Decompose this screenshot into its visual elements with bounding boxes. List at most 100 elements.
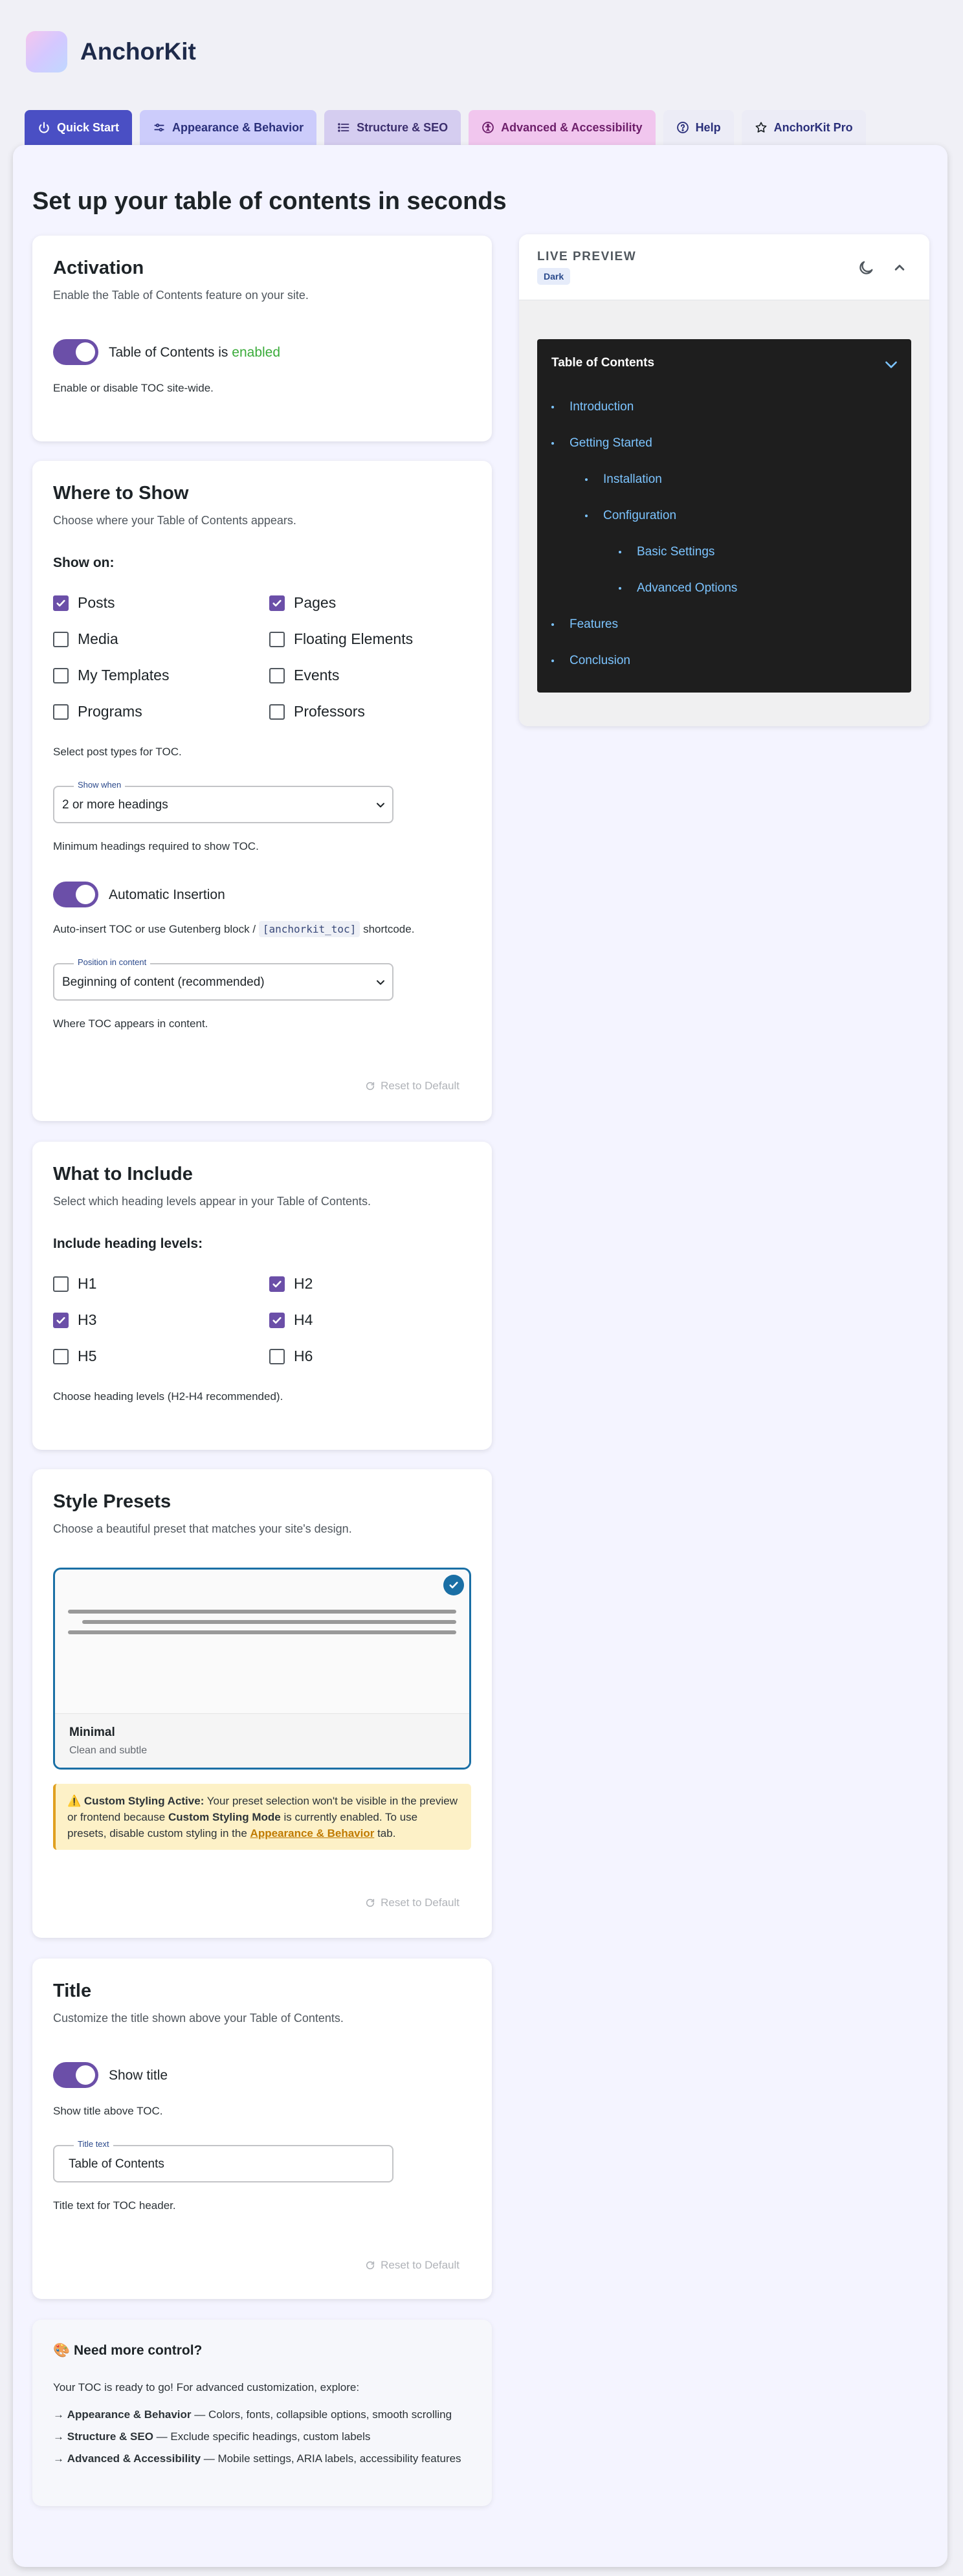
checkbox-posts[interactable]: Posts xyxy=(53,594,115,612)
arrow-icon: → xyxy=(53,2408,64,2421)
reset-label: Reset to Default xyxy=(381,2259,459,2271)
help-text: Select post types for TOC. xyxy=(53,746,182,758)
chevron-down-icon[interactable] xyxy=(883,356,900,373)
toc-item[interactable]: Features xyxy=(551,617,618,632)
toc-item[interactable]: Basic Settings xyxy=(619,545,714,559)
toc-title: Table of Contents xyxy=(551,356,655,370)
toc-item-label: Introduction xyxy=(570,400,634,414)
chevron-up-icon[interactable] xyxy=(891,259,909,277)
tab-label: Help xyxy=(695,120,721,134)
toggle-label: Table of Contents is enabled xyxy=(109,345,280,361)
help-suffix: shortcode. xyxy=(363,923,415,935)
toggle-label-prefix: Table of Contents is xyxy=(109,345,228,360)
checkbox-events[interactable]: Events xyxy=(269,667,339,684)
checkbox-h3[interactable]: H3 xyxy=(53,1311,96,1329)
reset-label: Reset to Default xyxy=(381,1896,459,1909)
notice-strong: Custom Styling Mode xyxy=(168,1811,281,1823)
preset-option-minimal[interactable]: Minimal Clean and subtle xyxy=(53,1568,471,1770)
help-text: Show title above TOC. xyxy=(53,2105,163,2117)
tab-label: Appearance & Behavior xyxy=(172,120,304,134)
list-icon xyxy=(338,123,349,132)
tab-anchorkit-pro[interactable]: AnchorKit Pro xyxy=(741,110,866,145)
toc-item[interactable]: Conclusion xyxy=(551,654,630,668)
automatic-insertion-toggle[interactable] xyxy=(53,882,98,907)
more-item-strong: Structure & SEO xyxy=(67,2430,153,2443)
toc-enabled-toggle[interactable] xyxy=(53,339,98,365)
selected-check-icon xyxy=(443,1575,464,1595)
accessibility-icon xyxy=(482,122,494,133)
card-title: Title xyxy=(53,1981,92,2001)
toc-item-label: Basic Settings xyxy=(637,545,715,559)
arrow-icon: → xyxy=(53,2430,64,2443)
checkbox-label: H4 xyxy=(294,1311,313,1328)
more-item-text: — Colors, fonts, collapsible options, sm… xyxy=(194,2408,452,2421)
palette-icon: 🎨 xyxy=(53,2343,71,2358)
toc-item[interactable]: Installation xyxy=(585,472,662,487)
preview-header: LIVE PREVIEW Dark xyxy=(519,234,929,300)
toc-preview: Table of Contents Introduction Getting S… xyxy=(537,339,911,693)
checkbox-pages[interactable]: Pages xyxy=(269,594,336,612)
checkbox-label: Pages xyxy=(294,594,337,611)
checkbox-h2[interactable]: H2 xyxy=(269,1275,313,1293)
checkbox-label: Posts xyxy=(78,594,115,611)
checkbox-h5[interactable]: H5 xyxy=(53,1348,96,1365)
checkbox-label: Professors xyxy=(294,703,365,720)
checkbox-label: Programs xyxy=(78,703,142,720)
card-description: Enable the Table of Contents feature on … xyxy=(53,289,309,302)
appearance-behavior-link[interactable]: Appearance & Behavior xyxy=(250,1827,375,1839)
toc-item-label: Configuration xyxy=(603,509,677,522)
show-on-label: Show on: xyxy=(53,555,115,570)
checkbox-h6[interactable]: H6 xyxy=(269,1348,313,1365)
input-label: Title text xyxy=(74,2139,113,2149)
checkbox-programs[interactable]: Programs xyxy=(53,703,142,720)
reset-button[interactable]: Reset to Default xyxy=(365,1896,459,1909)
app-header: AnchorKit xyxy=(26,31,196,72)
select-label: Show when xyxy=(74,780,126,790)
tab-advanced-accessibility[interactable]: Advanced & Accessibility xyxy=(469,110,656,145)
moon-icon[interactable] xyxy=(857,259,875,277)
preset-preview-line xyxy=(68,1610,456,1614)
toc-item[interactable]: Configuration xyxy=(585,509,676,523)
checkbox-my-templates[interactable]: My Templates xyxy=(53,667,169,684)
toggle-label: Show title xyxy=(109,2068,168,2083)
position-select[interactable]: Position in content Beginning of content… xyxy=(53,957,393,1001)
more-title-text: Need more control? xyxy=(74,2343,203,2358)
toc-item[interactable]: Getting Started xyxy=(551,436,652,450)
show-title-toggle[interactable] xyxy=(53,2062,98,2088)
checkbox-label: H6 xyxy=(294,1348,313,1364)
checkbox-floating-elements[interactable]: Floating Elements xyxy=(269,630,413,648)
preset-footer: Minimal Clean and subtle xyxy=(55,1713,469,1768)
preset-name: Minimal xyxy=(69,1726,115,1739)
need-more-control-box: 🎨 Need more control? Your TOC is ready t… xyxy=(32,2320,492,2506)
reset-icon xyxy=(366,2261,375,2270)
title-text-input[interactable]: Title text Table of Contents xyxy=(53,2139,393,2182)
card-description: Customize the title shown above your Tab… xyxy=(53,2012,344,2025)
tab-structure-seo[interactable]: Structure & SEO xyxy=(324,110,461,145)
reset-button[interactable]: Reset to Default xyxy=(365,2259,459,2272)
toc-item-label: Features xyxy=(570,617,618,631)
card-description: Select which heading levels appear in yo… xyxy=(53,1195,371,1208)
checkbox-media[interactable]: Media xyxy=(53,630,118,648)
toc-item[interactable]: Introduction xyxy=(551,400,634,414)
checkbox-h1[interactable]: H1 xyxy=(53,1275,96,1293)
help-text: Choose heading levels (H2-H4 recommended… xyxy=(53,1390,283,1403)
toc-item[interactable]: Advanced Options xyxy=(619,581,737,595)
preset-preview-line xyxy=(82,1620,456,1624)
checkbox-label: My Templates xyxy=(78,667,170,683)
reset-button[interactable]: Reset to Default xyxy=(365,1080,459,1093)
tab-help[interactable]: Help xyxy=(663,110,734,145)
checkbox-professors[interactable]: Professors xyxy=(269,703,365,720)
tab-appearance-behavior[interactable]: Appearance & Behavior xyxy=(140,110,317,145)
show-when-select[interactable]: Show when 2 or more headings xyxy=(53,780,393,823)
tab-quick-start[interactable]: Quick Start xyxy=(25,110,133,145)
card-description: Choose where your Table of Contents appe… xyxy=(53,514,296,527)
reset-icon xyxy=(366,1082,375,1091)
checkbox-h4[interactable]: H4 xyxy=(269,1311,313,1329)
help-text: Auto-insert TOC or use Gutenberg block /… xyxy=(53,921,415,937)
arrow-icon: → xyxy=(53,2452,64,2465)
select-value: Beginning of content (recommended) xyxy=(62,975,265,989)
checkbox-label: H3 xyxy=(78,1311,97,1328)
card-title: Style Presets xyxy=(53,1491,172,1512)
app-name: AnchorKit xyxy=(80,38,196,65)
toc-item-label: Conclusion xyxy=(570,654,630,667)
